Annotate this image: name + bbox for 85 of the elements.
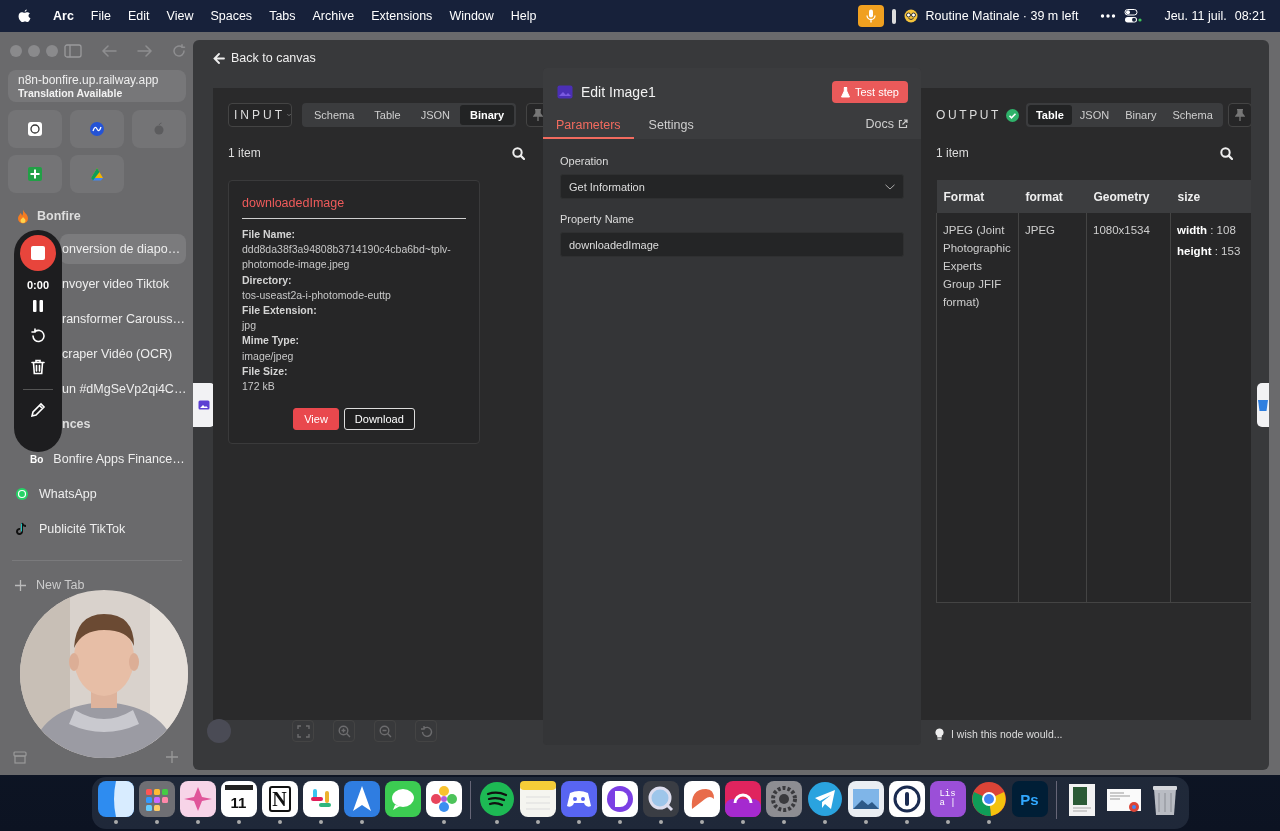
field-label: Mime Type: [242,333,300,349]
tab-title: Bonfire Apps Finance… [53,452,185,466]
sidebar-tab[interactable]: ransformer Carouss… [60,304,186,334]
dropdown-value: Get Information [569,180,645,193]
sidebar-tab[interactable]: Publicité TikTok [8,514,186,544]
view-tab[interactable]: Schema [1164,105,1221,125]
feedback-link[interactable]: I wish this node would... [951,728,1063,740]
field-value: jpg [242,318,257,334]
menu-item[interactable]: Tabs [269,9,296,23]
key-value: width : 108 [1177,223,1237,238]
view-tab[interactable]: Table [1027,105,1072,125]
parameter-label: Property Name [560,213,635,225]
menu-item[interactable]: Window [449,9,494,23]
menu-date[interactable]: Jeu. 11 juil. [1164,9,1227,23]
text-tile-icon[interactable]: Lis a | [929,781,966,817]
menu-item[interactable]: Extensions [371,9,433,23]
field-value: ddd8da38f3a94808b3714190c4cba6bd~tplv-photomode-image.jpeg [242,242,452,273]
field-value: tos-useast2a-i-photomode-euttp [242,287,392,303]
parameter-label: Operation [560,155,610,167]
table-cell: JPEG [1018,213,1087,603]
folder-title[interactable]: Bonfire [37,209,81,223]
field-label: File Size: [242,363,289,379]
item-count: 1 item [228,146,261,160]
sidebar-tab[interactable]: onversion de diapo… [60,234,186,264]
menu-item[interactable]: Spaces [210,9,253,23]
view-tab[interactable]: Binary [1117,105,1165,125]
menu-item[interactable]: File [90,9,111,23]
back-label: Back to canvas [231,51,316,65]
letter-tile-icon[interactable]: N [261,781,298,817]
view-tab[interactable]: Schema [304,105,365,125]
sidebar-tab[interactable]: WhatsApp [8,479,186,509]
column-header[interactable]: size [1170,180,1251,213]
focus-timer[interactable]: Routine Matinale · 39 m left [925,9,1079,23]
menu-item[interactable]: Help [510,9,537,23]
tab-title: WhatsApp [39,487,97,501]
recording-time: 0:00 [27,279,49,291]
column-header[interactable]: format [1018,180,1087,213]
back-link[interactable]: Back to canvas [213,51,316,65]
docs-label: Docs [865,116,894,131]
dropdown-field[interactable]: Get Information [560,174,904,199]
letters-tile-icon[interactable]: Ps [1011,781,1048,817]
view-button[interactable]: View [293,408,339,431]
view-tab[interactable]: Table [364,105,411,125]
favicon: Bo [30,453,44,465]
translation-note: Translation Available [18,87,124,99]
field-label: File Extension: [242,303,318,318]
editor-tab[interactable]: Parameters [543,112,634,139]
field-value: image/jpeg [242,348,295,364]
output-label: OUTPUT [936,108,1001,122]
calendar-icon[interactable]: 11 [220,781,257,817]
view-tab[interactable]: JSON [410,105,460,125]
view-tab[interactable]: JSON [1071,105,1118,125]
folder-title[interactable]: nces [62,417,91,431]
address-bar[interactable]: n8n-bonfire.up.railway.app Translation Available [8,70,186,102]
table-cell: 1080x1534 [1086,213,1171,603]
menu-item[interactable]: Edit [128,9,150,23]
menu-item[interactable]: Archive [312,9,355,23]
sidebar-tab[interactable]: Bo Bonfire Apps Finance… [8,444,186,474]
input-label: INPUT [234,108,285,122]
tab-title: Publicité TikTok [39,522,126,536]
menu-item[interactable]: View [166,9,194,23]
field-label: Directory: [242,272,293,288]
app-menu[interactable]: Arc [53,9,74,23]
input-field[interactable]: downloadedImage [560,232,904,257]
binary-title: downloadedImage [242,196,466,219]
button-label: Test step [854,86,899,98]
editor-tab[interactable]: Settings [635,112,707,139]
download-button[interactable]: Download [343,408,415,431]
menu-clock[interactable]: 08:21 [1234,9,1266,23]
docs-link[interactable]: Docs [865,112,908,139]
new-tab-label: New Tab [36,578,85,592]
node-title: Edit Image1 [581,84,657,100]
url-text: n8n-bonfire.up.railway.app [18,73,160,87]
table-cell: JPEG (Joint Photographic Experts Group JFIF format) [936,213,1019,603]
sidebar-tab[interactable]: craper Vidéo (OCR) [60,339,186,369]
sidebar-tab[interactable]: un #dMgSeVp2qi4C… [60,374,186,404]
input-selector[interactable]: INPUT [228,103,292,127]
column-header[interactable]: Format [936,180,1019,213]
item-count: 1 item [936,146,969,160]
column-header[interactable]: Geometry [1086,180,1171,213]
field-value: 172 kB [242,379,276,395]
sidebar-tab[interactable]: nvoyer video Tiktok [60,269,186,299]
view-tab[interactable]: Binary [460,105,515,125]
key-value: height : 153 [1177,244,1242,259]
field-label: File Name: [242,227,297,242]
